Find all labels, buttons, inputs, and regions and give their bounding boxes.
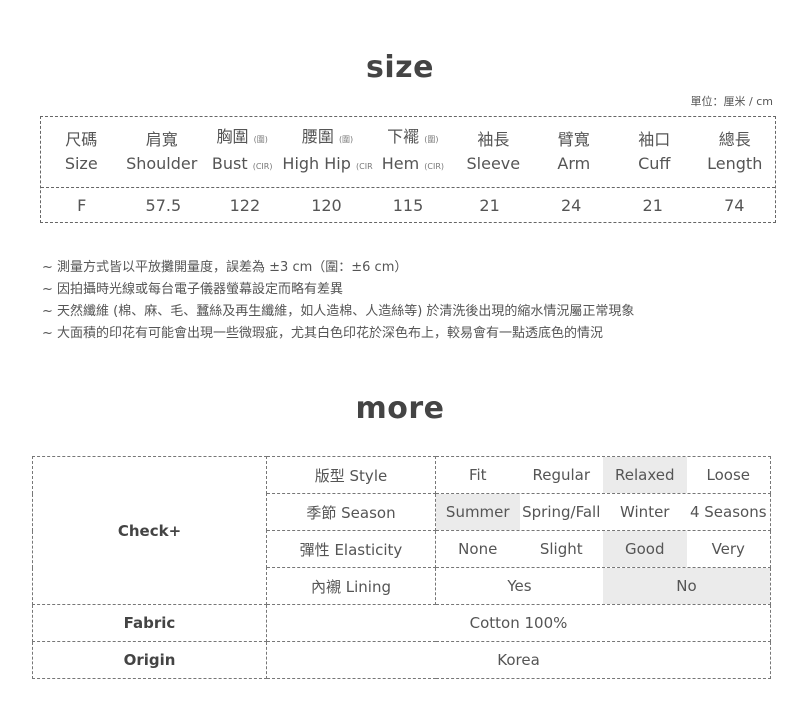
unit-note: 單位：厘米 / cm [690, 95, 773, 108]
option: 4 Seasons [689, 503, 767, 521]
column-label-zh: 腰圍 (圍) [301, 127, 354, 146]
column-label-zh: 胸圍 (圍) [216, 127, 268, 146]
attribute-label: 內襯 Lining [266, 567, 436, 605]
column-label-en: Bust (CIR) [211, 154, 273, 173]
size-column-header: 臂寬 Arm [534, 117, 614, 187]
size-column-header: 袖長 Sleeve [453, 117, 533, 187]
attribute-row-style: Check+ 版型 Style Fit Regular Relaxed Loose [32, 456, 771, 605]
column-label-zh: 肩寬 [145, 130, 178, 149]
option: Yes [507, 577, 532, 595]
size-column-header: 袖口 Cuff [614, 117, 694, 187]
fabric-label: Fabric [32, 604, 267, 642]
option: Very [711, 540, 745, 558]
size-column-header: 下襬 (圍) Hem (CIR) [373, 117, 453, 187]
origin-value: Korea [266, 641, 771, 679]
attribute-label: 季節 Season [266, 493, 436, 531]
size-value-cell: 122 [229, 195, 261, 215]
attribute-label: 版型 Style [266, 456, 436, 494]
size-column-header: 尺碼 Size [41, 117, 121, 187]
size-value-cell: 57.5 [145, 195, 182, 215]
attribute-label: 彈性 Elasticity [266, 530, 436, 568]
attribute-options: Fit Regular Relaxed Loose [435, 456, 771, 494]
option-selected: Good [603, 531, 687, 567]
more-section-title: more [355, 391, 445, 426]
size-value-cell: 21 [479, 195, 500, 215]
fabric-row: Fabric Cotton 100% [32, 604, 771, 642]
attribute-options: Summer Spring/Fall Winter 4 Seasons [435, 493, 771, 531]
note-item: ~ 因拍攝時光線或每台電子儀器螢幕設定而略有差異 [42, 282, 344, 297]
measurement-notes: ~ 測量方式皆以平放攤開量度，誤差為 ±3 cm（圍：±6 cm） ~ 因拍攝時… [42, 257, 634, 345]
option: Slight [539, 540, 583, 558]
fabric-value: Cotton 100% [266, 604, 771, 642]
origin-row: Origin Korea [32, 641, 771, 679]
column-label-zh: 袖長 [477, 130, 510, 149]
option: Spring/Fall [522, 503, 601, 521]
note-item: ~ 天然纖維 (棉、麻、毛、蠶絲及再生纖維，如人造棉、人造絲等) 於清洗後出現的… [42, 304, 635, 319]
size-value-row: F 57.5 122 120 115 21 24 21 74 [41, 188, 775, 222]
option-selected: Relaxed [603, 457, 687, 493]
column-label-en: Length [707, 154, 763, 173]
size-table: 尺碼 Size 肩寬 Shoulder 胸圍 (圍) Bust (CIR) 腰圍 (圍) Hi… [40, 116, 776, 223]
size-value-cell: 74 [724, 195, 745, 215]
column-label-en: Arm [557, 154, 591, 173]
size-value-cell: F [77, 195, 87, 215]
note-item: ~ 大面積的印花有可能會出現一些微瑕疵，尤其白色印花於深色布上，較易會有一點透底… [42, 326, 604, 341]
option-selected: No [603, 568, 770, 604]
size-value-cell: 120 [311, 195, 342, 215]
size-column-header: 腰圍 (圍) High Hip (CIR [282, 117, 372, 187]
option: Regular [532, 466, 591, 484]
column-label-zh: 下襬 (圍) [387, 127, 439, 146]
attribute-options: None Slight Good Very [435, 530, 771, 568]
column-label-en: Hem (CIR) [381, 154, 445, 173]
option: None [458, 540, 498, 558]
option: Winter [620, 503, 670, 521]
column-label-en: Sleeve [466, 154, 521, 173]
size-value-cell: 115 [392, 195, 424, 215]
option: Loose [706, 466, 751, 484]
option-selected: Summer [436, 494, 520, 530]
origin-label: Origin [32, 641, 267, 679]
more-table: Check+ 版型 Style Fit Regular Relaxed Loose 季… [32, 456, 771, 679]
column-label-zh: 臂寬 [557, 130, 590, 149]
column-label-en: Size [64, 154, 98, 173]
column-label-zh: 總長 [718, 130, 751, 149]
column-label-zh: 尺碼 [65, 130, 98, 149]
attribute-options: Yes No [435, 567, 771, 605]
size-section-title: size [366, 50, 434, 85]
size-value-cell: 21 [642, 195, 663, 215]
check-label: Check+ [32, 456, 267, 605]
column-label-zh: 袖口 [638, 130, 671, 149]
option: Fit [468, 466, 487, 484]
size-column-header: 總長 Length [695, 117, 775, 187]
column-label-en: Cuff [638, 154, 671, 173]
column-label-en: High Hip (CIR [282, 154, 373, 173]
size-column-header: 胸圍 (圍) Bust (CIR) [202, 117, 282, 187]
size-value-cell: 24 [560, 195, 582, 215]
note-item: ~ 測量方式皆以平放攤開量度，誤差為 ±3 cm（圍：±6 cm） [42, 260, 408, 275]
size-column-header: 肩寬 Shoulder [121, 117, 201, 187]
column-label-en: Shoulder [126, 154, 198, 173]
size-header-row: 尺碼 Size 肩寬 Shoulder 胸圍 (圍) Bust (CIR) 腰圍 (圍) Hi… [41, 117, 775, 188]
